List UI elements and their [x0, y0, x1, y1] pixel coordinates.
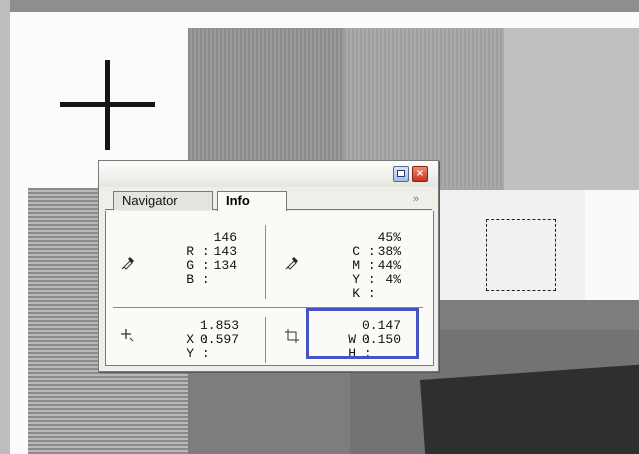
registration-cross-vertical [105, 60, 110, 150]
close-icon[interactable]: × [412, 166, 428, 182]
colon: : [194, 346, 210, 361]
size-readout-highlight [306, 308, 419, 359]
minimize-icon[interactable] [393, 166, 409, 182]
palette-menu-expand-icon[interactable]: » [413, 193, 419, 205]
marquee-size-icon [285, 329, 299, 348]
marquee-selection[interactable] [486, 219, 556, 291]
k-value: 4% [385, 272, 401, 287]
dark-patch [420, 363, 639, 454]
column-divider [265, 225, 266, 299]
canvas-edge-top [0, 0, 639, 12]
column-divider [265, 317, 266, 363]
colon: : [360, 286, 376, 301]
b-label: B [186, 272, 195, 287]
x-value: 1.853 [199, 318, 239, 333]
y-pos-value: 0.597 [199, 332, 239, 347]
palette-titlebar[interactable] [99, 161, 438, 187]
g-value: 143 [213, 244, 237, 259]
eyedropper-icon[interactable] [285, 254, 299, 275]
m-value: 38% [377, 244, 401, 259]
eyedropper-icon[interactable] [121, 254, 135, 275]
canvas-edge-left [0, 0, 10, 454]
crosshair-icon [119, 327, 135, 348]
tab-info[interactable]: Info [217, 191, 287, 211]
light-band-edge [585, 190, 639, 310]
close-glyph: × [415, 168, 425, 179]
c-value: 45% [377, 230, 401, 245]
tab-navigator[interactable]: Navigator [113, 191, 213, 210]
b-value: 134 [213, 258, 237, 273]
r-value: 146 [213, 230, 237, 245]
colon: : [194, 272, 210, 287]
y-value: 44% [377, 258, 401, 273]
gray-patch-3 [504, 28, 639, 198]
y-pos-label: Y [186, 346, 195, 361]
k-label: K [352, 286, 361, 301]
